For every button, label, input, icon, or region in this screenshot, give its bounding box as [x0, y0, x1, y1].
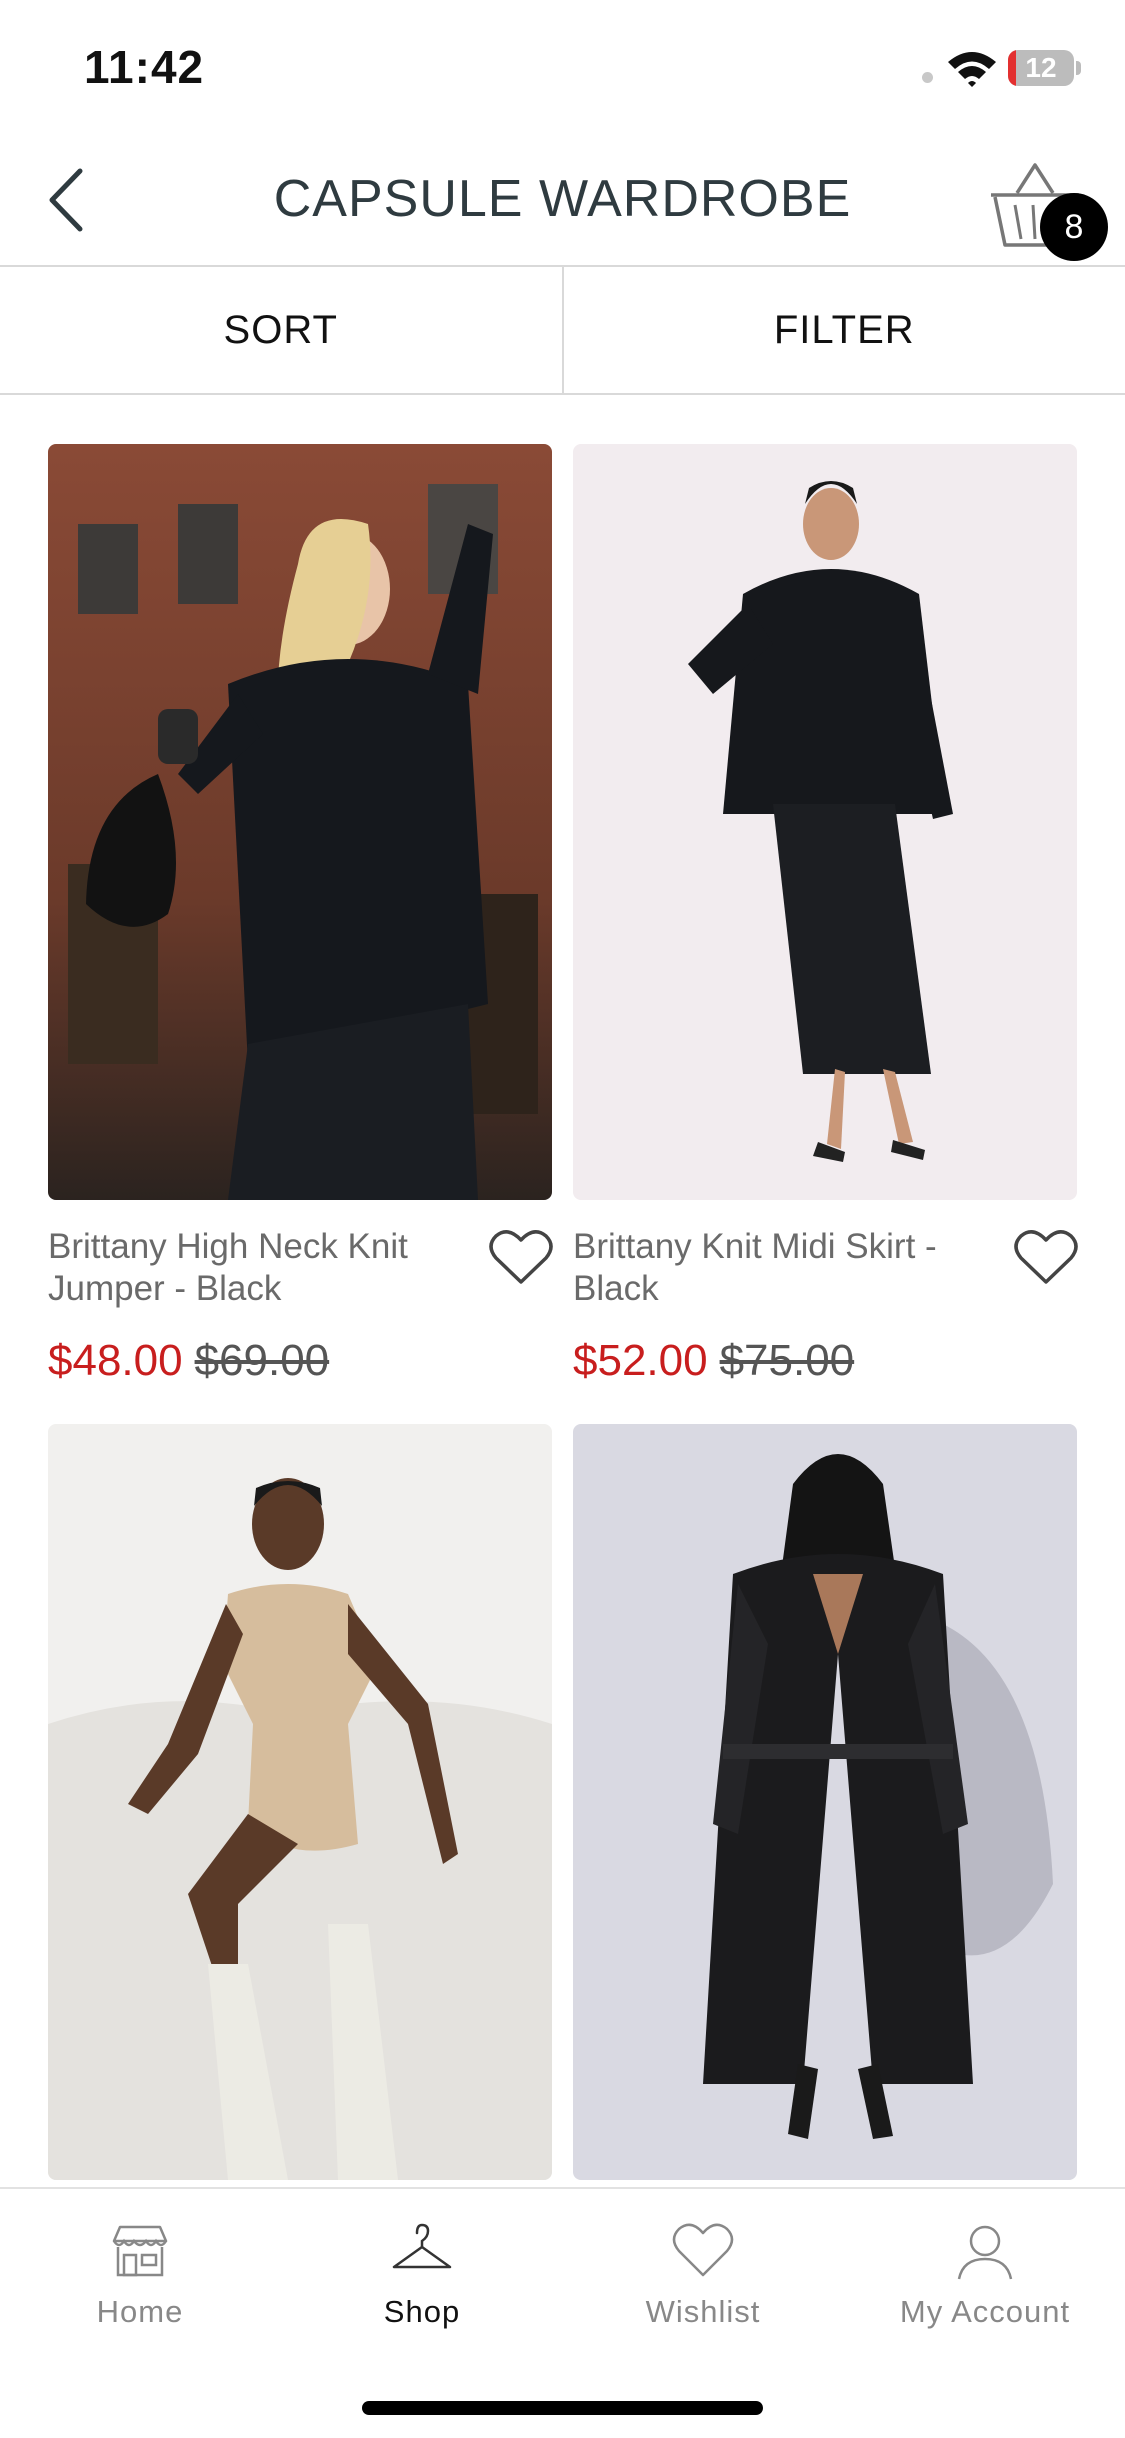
- battery-percentage: 12: [1008, 52, 1074, 84]
- product-image-leather-trench[interactable]: [573, 1424, 1077, 2180]
- price-row: $48.00$69.00: [48, 1336, 329, 1386]
- original-price: $75.00: [720, 1336, 855, 1385]
- sale-price: $48.00: [48, 1336, 183, 1385]
- page-title: CAPSULE WARDROBE: [0, 169, 1125, 229]
- battery-tip: [1076, 61, 1081, 75]
- product-image-knit-jumper[interactable]: [48, 444, 552, 1200]
- heart-icon[interactable]: [1013, 1226, 1079, 1286]
- tab-label: My Account: [845, 2294, 1125, 2330]
- cart-count-badge: 8: [1040, 193, 1108, 261]
- product-name[interactable]: Brittany High Neck Knit Jumper - Black: [48, 1226, 468, 1310]
- status-time: 11:42: [84, 40, 204, 94]
- tab-label: Wishlist: [563, 2294, 843, 2330]
- product-image-beige-dress[interactable]: [48, 1424, 552, 2180]
- sale-price: $52.00: [573, 1336, 708, 1385]
- filter-button[interactable]: FILTER: [564, 267, 1125, 393]
- tab-home[interactable]: Home: [0, 2189, 280, 2359]
- user-icon: [953, 2219, 1017, 2283]
- home-indicator: [362, 2401, 763, 2415]
- heart-icon: [671, 2219, 735, 2283]
- sort-filter-bar: SORT FILTER: [0, 267, 1125, 395]
- storefront-icon: [108, 2219, 172, 2283]
- recording-indicator-dot: [922, 72, 933, 83]
- heart-icon[interactable]: [488, 1226, 554, 1286]
- original-price: $69.00: [195, 1336, 330, 1385]
- tab-my-account[interactable]: My Account: [845, 2189, 1125, 2359]
- product-image-knit-skirt[interactable]: [573, 444, 1077, 1200]
- wifi-icon: [946, 48, 998, 88]
- hanger-icon: [390, 2219, 454, 2283]
- tab-label: Shop: [282, 2294, 562, 2330]
- status-bar: 11:42 12: [0, 0, 1125, 135]
- sort-button[interactable]: SORT: [0, 267, 564, 393]
- product-name[interactable]: Brittany Knit Midi Skirt - Black: [573, 1226, 993, 1310]
- price-row: $52.00$75.00: [573, 1336, 854, 1386]
- tab-wishlist[interactable]: Wishlist: [563, 2189, 843, 2359]
- tab-shop[interactable]: Shop: [282, 2189, 562, 2359]
- tab-label: Home: [0, 2294, 280, 2330]
- nav-header: CAPSULE WARDROBE 8: [0, 135, 1125, 267]
- battery-icon: 12: [1008, 50, 1074, 86]
